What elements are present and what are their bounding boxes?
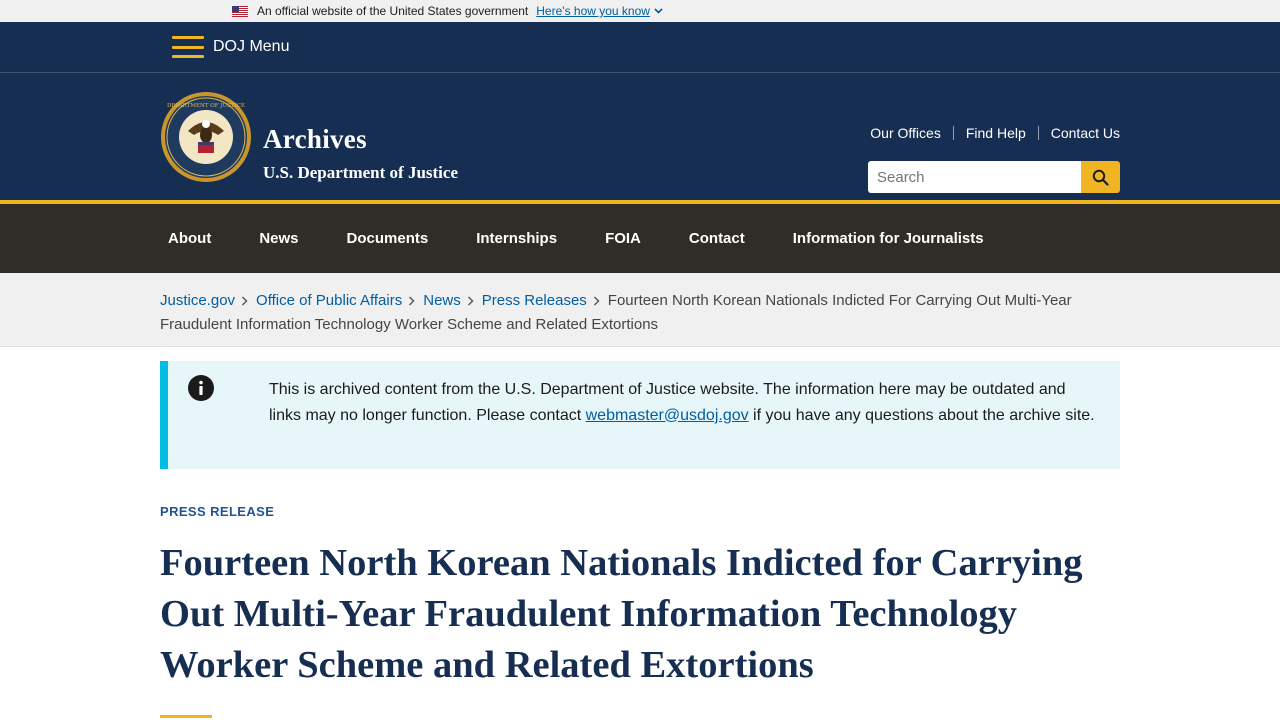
nav-item-about[interactable]: About: [160, 230, 219, 247]
press-release-label: PRESS RELEASE: [160, 504, 275, 519]
find-help-link[interactable]: Find Help: [966, 125, 1026, 141]
utility-divider: [1037, 126, 1039, 140]
chevron-down-icon: [654, 8, 663, 14]
webmaster-email-link[interactable]: webmaster@usdoj.gov: [586, 407, 749, 424]
archive-alert-text: This is archived content from the U.S. D…: [269, 377, 1099, 428]
site-header: DOJ Menu DEPARTMENT OF JUSTICE Archives …: [0, 22, 1280, 200]
search-form: [868, 161, 1120, 193]
nav-item-foia[interactable]: FOIA: [597, 230, 649, 247]
search-input[interactable]: [868, 161, 1081, 193]
page-title: Fourteen North Korean Nationals Indicted…: [160, 542, 1083, 686]
main-navigation: About News Documents Internships FOIA Co…: [0, 200, 1280, 273]
alert-text-after: if you have any questions about the arch…: [748, 406, 1095, 424]
info-icon: [188, 375, 214, 401]
our-offices-link[interactable]: Our Offices: [870, 125, 941, 141]
contact-us-link[interactable]: Contact Us: [1051, 125, 1120, 141]
breadcrumb-news[interactable]: News: [423, 292, 461, 309]
heres-how-you-know-link[interactable]: Here's how you know: [536, 4, 663, 18]
nav-item-documents[interactable]: Documents: [339, 230, 437, 247]
doj-menu-bar: DOJ Menu: [0, 22, 1280, 73]
svg-text:DEPARTMENT OF JUSTICE: DEPARTMENT OF JUSTICE: [167, 103, 245, 109]
nav-item-news[interactable]: News: [251, 230, 306, 247]
site-title[interactable]: Archives: [263, 124, 367, 155]
utility-divider: [952, 126, 954, 140]
breadcrumb-justice-gov[interactable]: Justice.gov: [160, 292, 235, 309]
utility-links: Our Offices Find Help Contact Us: [870, 125, 1120, 141]
official-gov-banner: An official website of the United States…: [0, 0, 1280, 22]
search-icon: [1092, 169, 1109, 186]
heres-how-you-know-label: Here's how you know: [536, 4, 650, 18]
doj-seal-logo[interactable]: DEPARTMENT OF JUSTICE: [160, 91, 252, 183]
nav-item-contact[interactable]: Contact: [681, 230, 753, 247]
chevron-right-icon: [241, 290, 248, 313]
search-button[interactable]: [1081, 161, 1120, 193]
site-subtitle[interactable]: U.S. Department of Justice: [263, 163, 458, 183]
us-flag-icon: [232, 5, 248, 17]
breadcrumb-press-releases[interactable]: Press Releases: [482, 292, 587, 309]
gov-banner-text: An official website of the United States…: [257, 4, 529, 18]
nav-item-information-for-journalists[interactable]: Information for Journalists: [785, 230, 992, 247]
archive-alert: This is archived content from the U.S. D…: [160, 361, 1120, 469]
breadcrumb-office-of-public-affairs[interactable]: Office of Public Affairs: [256, 292, 402, 309]
chevron-right-icon: [467, 290, 474, 313]
title-underline-divider: [160, 715, 212, 718]
hamburger-menu-icon[interactable]: [172, 36, 204, 58]
doj-menu-button[interactable]: DOJ Menu: [213, 38, 289, 56]
nav-item-internships[interactable]: Internships: [468, 230, 565, 247]
breadcrumb: Justice.gov Office of Public Affairs News P…: [0, 273, 1280, 347]
chevron-right-icon: [408, 290, 415, 313]
chevron-right-icon: [593, 290, 600, 313]
